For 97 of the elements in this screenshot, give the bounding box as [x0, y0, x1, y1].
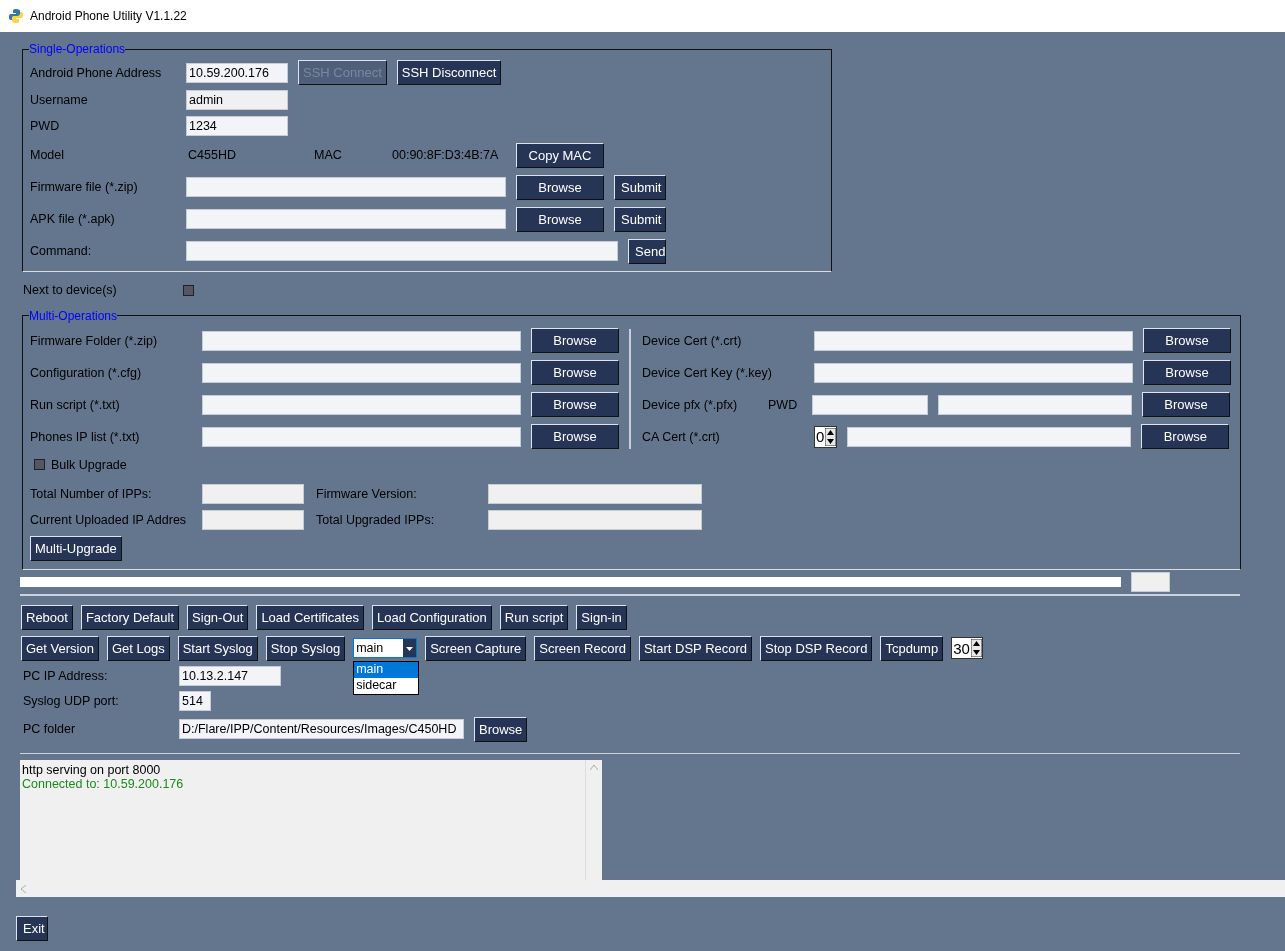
browse-button[interactable]: Browse: [1141, 424, 1230, 449]
command-field[interactable]: [186, 241, 618, 261]
file-path-field[interactable]: [814, 330, 1133, 351]
field-label: Syslog UDP port:: [23, 694, 120, 709]
field-label: PC IP Address:: [23, 669, 109, 684]
input-field[interactable]: 10.13.2.147: [179, 666, 281, 687]
file-path-field[interactable]: [202, 362, 521, 383]
model-value: C455HD: [188, 148, 237, 162]
action-button[interactable]: Factory Default: [80, 605, 180, 631]
action-button[interactable]: Start DSP Record: [638, 636, 753, 661]
browse-button[interactable]: Browse: [516, 206, 604, 232]
field-label: Total Number of IPPs:: [30, 486, 153, 501]
field-label: Phones IP list (*.txt): [30, 429, 141, 444]
checkbox-label: Bulk Upgrade: [51, 457, 128, 472]
action-button[interactable]: Tcpdump: [880, 636, 944, 661]
input-field[interactable]: admin: [186, 90, 288, 110]
checkbox[interactable]: [34, 459, 45, 470]
submit-button[interactable]: Submit: [614, 174, 666, 200]
field-label: Run script (*.txt): [30, 397, 121, 412]
field-label: Firmware Version:: [316, 486, 418, 501]
checkbox[interactable]: [183, 284, 194, 296]
field-label: CA Cert (*.crt): [642, 429, 721, 444]
field-label: Device pfx (*.pfx): [642, 397, 739, 412]
action-button[interactable]: Stop DSP Record: [760, 636, 873, 661]
checkbox-label: Next to device(s): [23, 283, 118, 298]
browse-button[interactable]: Browse: [1143, 360, 1231, 385]
caret-icon: [403, 639, 417, 658]
action-button[interactable]: Get Version: [21, 636, 99, 661]
action-button[interactable]: Sign-in: [576, 605, 627, 631]
field-label: Device Cert Key (*.key): [642, 365, 773, 380]
file-path-field[interactable]: [847, 426, 1132, 447]
password-field[interactable]: [812, 394, 928, 415]
progress-readout: [1131, 572, 1170, 592]
field-label: Firmware file (*.zip): [30, 180, 139, 194]
log-line: http serving on port 8000: [22, 763, 162, 778]
action-button[interactable]: Get Logs: [106, 636, 170, 661]
copy-mac-button[interactable]: Copy MAC: [516, 142, 604, 168]
file-path-field[interactable]: [814, 362, 1133, 383]
send-button[interactable]: Send: [628, 238, 666, 264]
input-field[interactable]: 514: [179, 691, 211, 712]
browse-button[interactable]: Browse: [531, 424, 619, 449]
horizontal-scrollbar[interactable]: [16, 880, 1285, 897]
field-label: PC folder: [23, 722, 77, 737]
action-button[interactable]: Stop Syslog: [265, 636, 346, 661]
group-title: Multi-Operations: [29, 308, 118, 323]
action-button[interactable]: Screen Record: [534, 636, 631, 661]
multi-upgrade-button[interactable]: Multi-Upgrade: [30, 536, 122, 561]
field-label: Device Cert (*.crt): [642, 333, 743, 348]
ssh-button[interactable]: SSH Disconnect: [396, 60, 502, 85]
action-button[interactable]: Reboot: [21, 605, 73, 631]
file-path-field[interactable]: [202, 394, 521, 415]
group-title: Single-Operations: [29, 42, 126, 56]
dropdown[interactable]: main: [353, 638, 418, 659]
file-path-field[interactable]: [202, 330, 521, 351]
field-label: MAC: [314, 148, 343, 162]
action-button[interactable]: Load Certificates: [256, 605, 364, 631]
browse-button[interactable]: Browse: [531, 328, 619, 353]
field-label: PWD: [30, 119, 61, 133]
spin-arrows-icon[interactable]: [825, 427, 837, 446]
action-button[interactable]: Screen Capture: [425, 636, 527, 661]
field-label: Total Upgraded IPPs:: [316, 512, 436, 527]
log-line: Connected to: 10.59.200.176: [22, 777, 185, 792]
field-label: PWD: [768, 397, 799, 412]
file-path-field[interactable]: [938, 394, 1132, 415]
file-path-field[interactable]: [202, 426, 521, 447]
action-button[interactable]: Load Configuration: [371, 605, 492, 631]
action-button[interactable]: Start Syslog: [177, 636, 258, 661]
field-label: Current Uploaded IP Addres: [30, 512, 188, 527]
action-button[interactable]: Sign-Out: [187, 605, 249, 631]
spin-box[interactable]: 0: [814, 425, 838, 448]
input-field[interactable]: D:/Flare/IPP/Content/Resources/Images/C450HD: [179, 719, 464, 740]
browse-button[interactable]: Browse: [1143, 328, 1231, 353]
spin-box[interactable]: 30: [951, 637, 983, 660]
field-label: Firmware Folder (*.zip): [30, 333, 159, 348]
input-field[interactable]: 1234: [186, 116, 288, 136]
browse-button[interactable]: Browse: [474, 716, 528, 742]
snake-logo-icon: [8, 8, 24, 24]
browse-button[interactable]: Browse: [531, 360, 619, 385]
spin-arrows-icon[interactable]: [970, 639, 982, 658]
exit-button[interactable]: Exit: [16, 915, 48, 941]
browse-button[interactable]: Browse: [531, 392, 619, 417]
field-label: Username: [30, 93, 89, 107]
mac-value: 00:90:8F:D3:4B:7A: [392, 148, 500, 162]
field-label: Command:: [30, 244, 93, 258]
field-label: Configuration (*.cfg): [30, 365, 143, 380]
window-title: Android Phone Utility V1.1.22: [30, 9, 187, 23]
field-label: Model: [30, 148, 66, 162]
field-label: Android Phone Address: [30, 65, 163, 80]
dropdown-option[interactable]: main: [354, 662, 419, 679]
browse-button[interactable]: Browse: [516, 174, 604, 200]
browse-button[interactable]: Browse: [1142, 392, 1230, 417]
file-path-field[interactable]: [186, 177, 506, 197]
action-button[interactable]: Run script: [499, 605, 569, 631]
input-field[interactable]: 10.59.200.176: [186, 62, 288, 83]
submit-button[interactable]: Submit: [614, 206, 666, 232]
file-path-field[interactable]: [186, 209, 506, 229]
field-label: APK file (*.apk): [30, 212, 116, 226]
